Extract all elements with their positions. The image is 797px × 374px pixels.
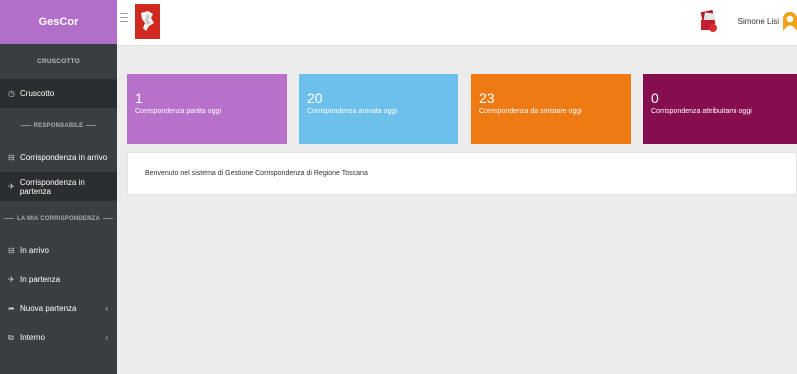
stat-card-attribuitami[interactable]: 0 Corrispondenza attribuitami oggi — [643, 74, 797, 144]
mail-notification-icon[interactable] — [698, 9, 718, 33]
stat-label: Corrispondenza attribuitami oggi — [651, 108, 752, 115]
welcome-panel: Benvenuto nel sistema di Gestione Corris… — [127, 152, 797, 195]
stat-value: 1 — [135, 90, 143, 106]
stat-card-arrivata[interactable]: 20 Corrispondenza arrivata oggi — [299, 74, 458, 144]
chevron-left-icon: ‹ — [105, 333, 108, 342]
share-icon: ➦ — [8, 304, 15, 313]
internal-icon: ⧉ — [8, 332, 14, 342]
top-bar: Simone Lisi — [117, 0, 797, 46]
stat-label: Corrispondenza arrivata oggi — [307, 108, 397, 115]
divider — [3, 218, 14, 219]
stat-label: Corrispondenza da smistare oggi — [479, 108, 582, 115]
sidebar-item-in-arrivo[interactable]: ⊟ In arrivo — [0, 236, 117, 265]
send-icon: ✈ — [8, 182, 15, 191]
avatar[interactable] — [783, 12, 797, 30]
send-icon: ✈ — [8, 275, 15, 284]
sidebar-item-label: Corrispondenza in arrivo — [20, 153, 108, 162]
section-label-text: LA MIA CORRISPONDENZA — [16, 215, 101, 222]
chevron-left-icon: ‹ — [105, 304, 108, 313]
section-label-mine: LA MIA CORRISPONDENZA — [0, 201, 117, 236]
sidebar-item-label: In partenza — [20, 275, 61, 284]
sidebar-item-label: Interno — [20, 333, 45, 342]
sidebar-item-label: In arrivo — [20, 246, 49, 255]
divider — [103, 218, 114, 219]
stat-value: 23 — [479, 90, 495, 106]
welcome-text: Benvenuto nel sistema di Gestione Corris… — [145, 170, 368, 177]
stat-value: 0 — [651, 90, 659, 106]
app-brand[interactable]: GesCor — [0, 0, 117, 44]
sidebar-item-interno[interactable]: ⧉ Interno ‹ — [0, 323, 117, 352]
sidebar-item-in-partenza[interactable]: ✈ In partenza — [0, 265, 117, 294]
sidebar: GesCor CRUSCOTTO ◷ Cruscotto RESPONSABIL… — [0, 0, 117, 374]
inbox-icon: ⊟ — [8, 153, 15, 162]
stat-cards: 1 Corrispondenza partita oggi 20 Corrisp… — [0, 74, 797, 144]
region-logo — [135, 4, 160, 39]
stat-card-da-smistare[interactable]: 23 Corrispondenza da smistare oggi — [471, 74, 631, 144]
sidebar-item-corrispondenza-partenza[interactable]: ✈ Corrispondenza in partenza — [0, 172, 117, 201]
inbox-icon: ⊟ — [8, 246, 15, 255]
sidebar-item-nuova-partenza[interactable]: ➦ Nuova partenza ‹ — [0, 294, 117, 323]
sidebar-item-label: Nuova partenza — [20, 304, 77, 313]
menu-toggle-icon[interactable] — [120, 13, 128, 25]
sidebar-item-label: Corrispondenza in partenza — [19, 177, 85, 196]
stat-label: Corrispondenza partita oggi — [135, 108, 221, 115]
stat-value: 20 — [307, 90, 323, 106]
user-name[interactable]: Simone Lisi — [738, 17, 779, 26]
sidebar-item-corrispondenza-arrivo[interactable]: ⊟ Corrispondenza in arrivo — [0, 143, 117, 172]
user-menu[interactable]: Simone Lisi — [698, 9, 797, 33]
stat-card-partita[interactable]: 1 Corrispondenza partita oggi — [127, 74, 287, 144]
